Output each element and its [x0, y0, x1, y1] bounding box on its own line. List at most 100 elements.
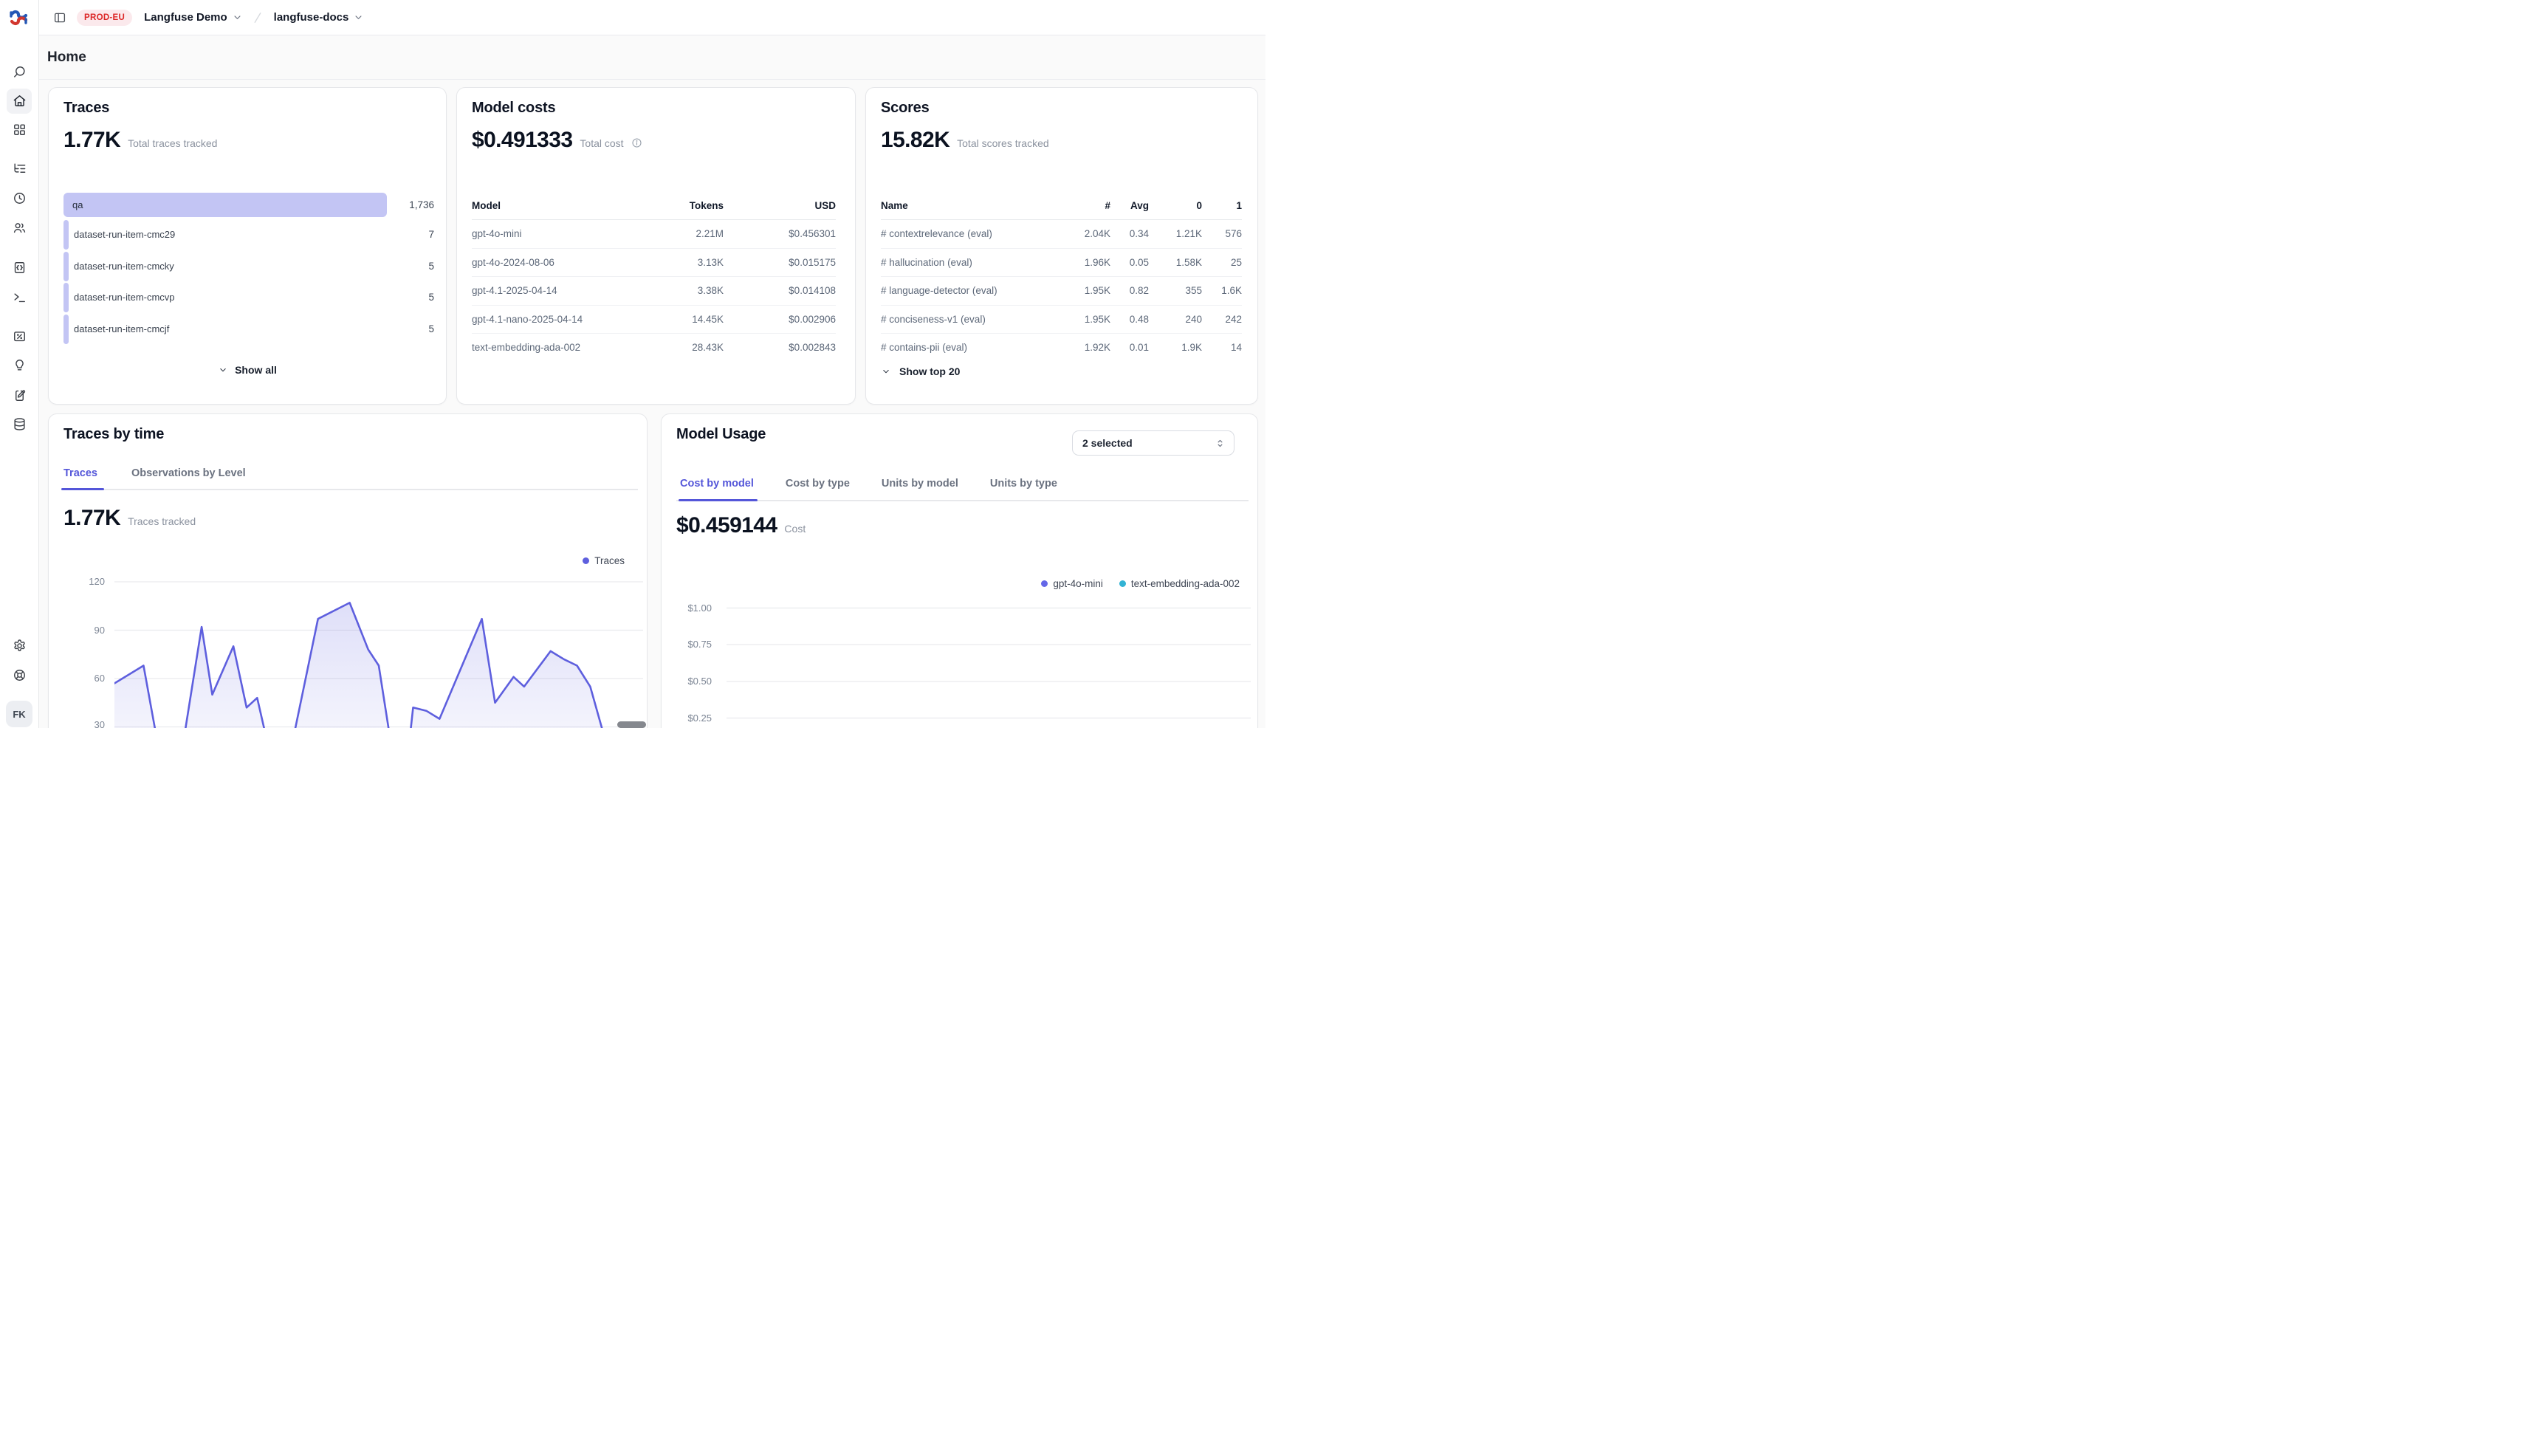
sidebar-item-dashboards[interactable] — [7, 117, 32, 142]
sidebar-item-search[interactable] — [7, 59, 32, 84]
percent-square-icon — [13, 329, 27, 343]
page-header: Home — [38, 35, 1266, 80]
environment-badge: PROD-EU — [77, 10, 132, 26]
panel-left-icon — [53, 11, 66, 24]
table-row: gpt-4o-2024-08-063.13K$0.015175 — [472, 249, 836, 278]
sidebar-item-support[interactable] — [7, 663, 32, 688]
tab-cost-by-model[interactable]: Cost by model — [680, 478, 754, 490]
trace-bar — [63, 283, 69, 312]
table-row: # language-detector (eval)1.95K0.823551.… — [881, 277, 1242, 306]
traces-card: Traces 1.77K Total traces tracked qa 1,7… — [48, 87, 447, 405]
trace-name: dataset-run-item-cmcvp — [74, 283, 175, 312]
chevron-down-icon — [881, 366, 891, 377]
legend-item: Traces — [583, 555, 625, 566]
tab-traces[interactable]: Traces — [63, 467, 97, 479]
sidebar-item-playground[interactable] — [7, 284, 32, 309]
trace-bar-row[interactable]: dataset-run-item-cmc29 7 — [63, 220, 434, 250]
scores-card-title: Scores — [881, 100, 930, 117]
y-axis-tick: 120 — [65, 576, 105, 587]
usage-cost-label: Cost — [784, 523, 806, 535]
traces-by-time-chart[interactable] — [114, 574, 643, 728]
sidebar-item-tracing[interactable] — [7, 156, 32, 181]
sidebar-item-home[interactable] — [7, 89, 32, 114]
trace-bar-row[interactable]: dataset-run-item-cmcky 5 — [63, 252, 434, 281]
lifebuoy-icon — [13, 668, 27, 682]
database-icon — [13, 417, 27, 431]
y-axis-tick: 90 — [65, 625, 105, 636]
traces-card-title: Traces — [63, 100, 109, 117]
user-avatar[interactable]: FK — [6, 701, 32, 727]
usage-cost-value: $0.459144 — [676, 513, 777, 538]
sidebar-item-users[interactable] — [7, 216, 32, 241]
trace-bar-row[interactable]: dataset-run-item-cmcjf 5 — [63, 315, 434, 344]
trace-bar[interactable] — [63, 193, 387, 217]
langfuse-logo-icon — [8, 8, 29, 27]
sidebar-item-sessions[interactable] — [7, 185, 32, 210]
show-all-button[interactable]: Show all — [49, 364, 446, 376]
trace-name: qa — [72, 193, 83, 217]
trace-bar — [63, 252, 69, 281]
table-row: text-embedding-ada-00228.43K$0.002843 — [472, 334, 836, 362]
traces-tracked-label: Traces tracked — [128, 515, 196, 527]
show-top-20-button[interactable]: Show top 20 — [881, 365, 960, 377]
trace-name: dataset-run-item-cmc29 — [74, 220, 175, 250]
sidebar-item-settings[interactable] — [7, 633, 32, 659]
model-usage-title: Model Usage — [676, 426, 766, 443]
model-costs-card: Model costs $0.491333 Total cost ModelTo… — [456, 87, 856, 405]
traces-by-time-title: Traces by time — [63, 426, 164, 443]
table-row: gpt-4o-mini2.21M$0.456301 — [472, 220, 836, 249]
table-row: # hallucination (eval)1.96K0.051.58K25 — [881, 249, 1242, 278]
legend-dot-icon — [1119, 580, 1126, 587]
sidebar-item-evaluation[interactable] — [7, 323, 32, 348]
terminal-icon — [13, 290, 27, 304]
total-scores-label: Total scores tracked — [957, 137, 1049, 149]
project-switcher[interactable]: langfuse-docs — [274, 11, 349, 24]
sidebar-item-prompts[interactable] — [7, 255, 32, 280]
legend-dot-icon — [583, 557, 589, 564]
y-axis-tick: $1.00 — [672, 602, 712, 614]
scores-card: Scores 15.82K Total scores tracked Name#… — [865, 87, 1258, 405]
legend-dot-icon — [1041, 580, 1048, 587]
org-switcher[interactable]: Langfuse Demo — [144, 11, 227, 24]
y-axis-tick: $0.25 — [672, 712, 712, 724]
tab-cost-by-type[interactable]: Cost by type — [786, 478, 850, 490]
trace-bar-row[interactable]: qa 1,736 — [63, 193, 434, 217]
traces-total-label: Total traces tracked — [128, 137, 217, 149]
breadcrumb-slash-icon — [250, 10, 265, 25]
y-axis-tick: $0.50 — [672, 676, 712, 687]
table-row: # contextrelevance (eval)2.04K0.341.21K5… — [881, 220, 1242, 249]
sidebar-item-data[interactable] — [7, 411, 32, 436]
trace-bar — [63, 315, 69, 344]
main-content: Traces 1.77K Total traces tracked qa 1,7… — [38, 79, 1266, 728]
y-axis-tick: $0.75 — [672, 639, 712, 650]
table-row: gpt-4.1-nano-2025-04-1414.45K$0.002906 — [472, 306, 836, 334]
total-cost-value: $0.491333 — [472, 128, 572, 153]
trace-count: 5 — [428, 283, 434, 312]
trace-bar-row[interactable]: dataset-run-item-cmcvp 5 — [63, 283, 434, 312]
gear-icon — [13, 639, 27, 653]
model-costs-card-title: Model costs — [472, 100, 555, 117]
tab-observations-by-level[interactable]: Observations by Level — [131, 467, 246, 479]
legend-label: gpt-4o-mini — [1053, 578, 1103, 589]
tab-units-by-type[interactable]: Units by type — [990, 478, 1057, 490]
chevron-down-icon[interactable] — [232, 12, 243, 23]
sidebar-toggle-button[interactable] — [49, 7, 70, 28]
info-icon[interactable] — [631, 137, 642, 148]
y-axis-tick: 30 — [65, 719, 105, 728]
trace-count: 7 — [428, 220, 434, 250]
traces-by-time-card: Traces by time Traces Observations by Lev… — [48, 413, 648, 728]
home-icon — [13, 94, 27, 108]
tab-units-by-model[interactable]: Units by model — [882, 478, 958, 490]
chevron-down-icon — [218, 365, 228, 375]
clock-icon — [13, 191, 27, 205]
horizontal-scrollbar-thumb[interactable] — [617, 721, 646, 728]
sidebar-item-judge[interactable] — [7, 353, 32, 378]
chevron-down-icon[interactable] — [353, 12, 364, 23]
sidebar-item-datasets[interactable] — [7, 382, 32, 408]
model-select-dropdown[interactable]: 2 selected — [1072, 430, 1234, 456]
model-usage-chart[interactable] — [727, 599, 1251, 728]
total-scores-value: 15.82K — [881, 128, 949, 153]
y-axis-tick: 60 — [65, 673, 105, 684]
sidebar: FK — [0, 0, 39, 728]
trace-count: 1,736 — [409, 193, 434, 217]
